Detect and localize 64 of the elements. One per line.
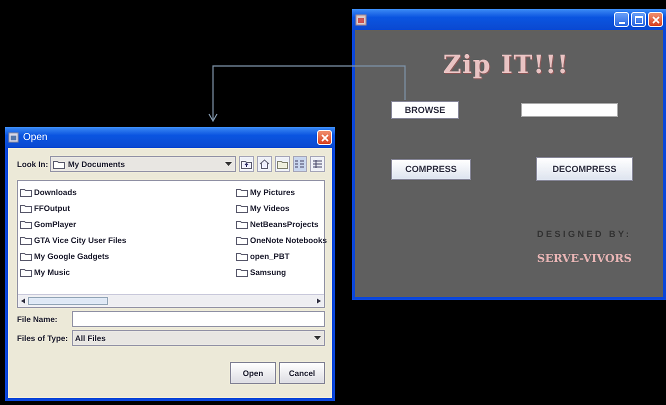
home-icon	[258, 159, 270, 169]
browse-button[interactable]: BROWSE	[391, 101, 459, 119]
close-icon	[320, 134, 328, 142]
folder-item[interactable]: GomPlayer	[20, 216, 236, 232]
folder-item[interactable]: FFOutput	[20, 200, 236, 216]
details-icon	[312, 159, 324, 169]
list-icon	[294, 159, 306, 169]
dropdown-arrow-icon	[313, 335, 322, 341]
close-icon	[652, 16, 660, 24]
app-icon	[8, 132, 19, 143]
close-button[interactable]	[317, 130, 332, 145]
folder-item[interactable]: NetBeansProjects	[236, 216, 327, 232]
folder-icon	[53, 160, 65, 168]
path-field[interactable]	[521, 103, 618, 117]
scroll-right-icon[interactable]	[316, 298, 322, 304]
compress-button[interactable]: COMPRESS	[391, 158, 471, 180]
scroll-left-icon[interactable]	[20, 298, 26, 304]
file-type-dropdown[interactable]: All Files	[72, 330, 325, 346]
folder-item[interactable]: My Music	[20, 264, 236, 280]
folder-item[interactable]: OneNote Notebooks	[236, 232, 327, 248]
look-in-dropdown[interactable]: My Documents	[50, 156, 236, 172]
maximize-button[interactable]	[631, 12, 646, 27]
credit-name: SERVE-VIVORS	[537, 252, 632, 265]
up-folder-button[interactable]	[239, 156, 254, 172]
dropdown-arrow-icon	[224, 161, 234, 167]
list-view-button[interactable]	[292, 156, 308, 172]
folder-icon	[20, 268, 32, 276]
folder-item[interactable]: My Videos	[236, 200, 327, 216]
minimize-button[interactable]	[614, 12, 629, 27]
folder-icon	[20, 204, 32, 212]
app-icon	[355, 14, 367, 26]
folder-icon	[20, 236, 32, 244]
file-type-label: Files of Type:	[17, 334, 69, 342]
close-button[interactable]	[648, 12, 663, 27]
folder-icon	[20, 220, 32, 228]
folder-icon	[236, 252, 248, 260]
maximize-icon	[634, 16, 642, 24]
folder-icon	[20, 252, 32, 260]
look-in-label: Look In:	[17, 160, 47, 168]
file-name-label: File Name:	[17, 314, 58, 324]
folder-icon	[236, 268, 248, 276]
horizontal-scrollbar[interactable]	[18, 294, 324, 307]
folder-item[interactable]: Samsung	[236, 264, 327, 280]
folder-icon	[236, 204, 248, 212]
up-folder-icon	[241, 159, 252, 169]
details-view-button[interactable]	[310, 156, 326, 172]
folder-icon	[236, 236, 248, 244]
decompress-button[interactable]: DECOMPRESS	[536, 157, 633, 181]
open-button[interactable]: Open	[230, 362, 276, 384]
minimize-icon	[618, 22, 624, 24]
file-name-field[interactable]	[72, 311, 325, 327]
folder-item[interactable]: My Pictures	[236, 184, 327, 200]
folder-icon	[236, 220, 248, 228]
folder-icon	[20, 188, 32, 196]
folder-item[interactable]: My Google Gadgets	[20, 248, 236, 264]
app-heading: Zip IT!!!	[443, 50, 570, 79]
cancel-button[interactable]: Cancel	[279, 362, 325, 384]
folder-icon	[276, 159, 288, 169]
folder-item[interactable]: open_PBT	[236, 248, 327, 264]
folder-item[interactable]: Downloads	[20, 184, 236, 200]
folder-icon	[236, 188, 248, 196]
folder-item[interactable]: GTA Vice City User Files	[20, 232, 236, 248]
home-button[interactable]	[257, 156, 272, 172]
window-title: Open	[23, 132, 48, 143]
